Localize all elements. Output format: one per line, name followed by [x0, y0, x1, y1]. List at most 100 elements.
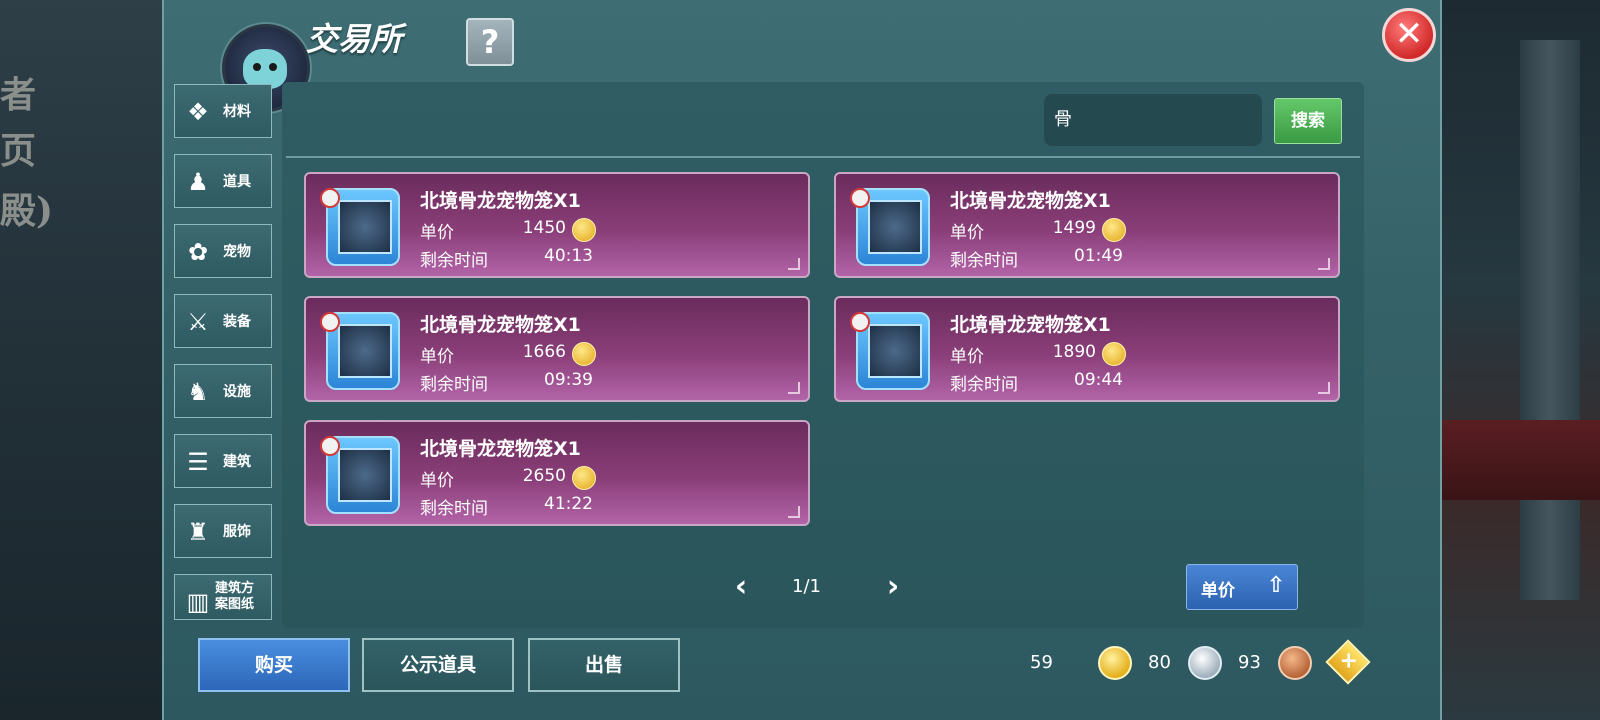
avatar-eye [269, 63, 277, 71]
header: 交易所 ? ✕ [164, 0, 1440, 112]
background-right [1432, 0, 1600, 720]
time-value: 41:22 [544, 494, 593, 514]
price-value: 1666 [522, 342, 566, 362]
time-value: 01:49 [1074, 246, 1123, 266]
pet-cage-icon [868, 324, 922, 378]
clothing-icon: ♜ [187, 518, 209, 546]
pet-cage-icon [338, 200, 392, 254]
equipment-icon: ⚔ [187, 308, 209, 336]
corner-icon [788, 506, 800, 518]
listing-area: 骨 搜索 北境骨龙宠物笼X1 单价 1450 剩余时间 40:13 北境骨龙宠物… [282, 82, 1364, 628]
category-equipment[interactable]: ⚔ 装备 [174, 294, 272, 348]
paw-badge-icon [850, 312, 870, 332]
price-label: 单价 [950, 347, 984, 367]
listing-card[interactable]: 北境骨龙宠物笼X1 单价 1450 剩余时间 40:13 [304, 172, 810, 278]
item-name: 北境骨龙宠物笼X1 [420, 190, 581, 212]
paw-badge-icon [320, 188, 340, 208]
item-name: 北境骨龙宠物笼X1 [950, 314, 1111, 336]
price-value: 1499 [1052, 218, 1096, 238]
item-icon: ♟ [187, 168, 209, 196]
background-pillar [1520, 40, 1580, 600]
gold-coin-icon [1102, 342, 1126, 366]
background-text: 页 [0, 130, 37, 172]
search-input[interactable]: 骨 [1044, 94, 1262, 146]
price-value: 1890 [1052, 342, 1096, 362]
avatar-face [243, 49, 287, 89]
price-value: 2650 [522, 466, 566, 486]
category-label: 装备 [223, 314, 251, 330]
corner-icon [788, 382, 800, 394]
paw-badge-icon [850, 188, 870, 208]
tab-buy[interactable]: 购买 [198, 638, 350, 692]
bronze-coin-icon [1278, 646, 1312, 680]
divider [286, 156, 1360, 158]
background-left: 者 页 殿) [0, 0, 162, 720]
price-label: 单价 [420, 223, 454, 243]
facility-icon: ♞ [187, 378, 209, 406]
time-value: 09:44 [1074, 370, 1123, 390]
time-value: 09:39 [544, 370, 593, 390]
category-label: 建筑方 案图纸 [215, 581, 255, 612]
tab-sell[interactable]: 出售 [528, 638, 680, 692]
paw-badge-icon [320, 312, 340, 332]
background-text: 者 [0, 74, 37, 116]
add-currency-button[interactable]: + [1325, 639, 1371, 685]
page-indicator: 1/1 [792, 576, 821, 597]
prev-page-button[interactable]: ‹ [726, 572, 756, 602]
time-value: 40:13 [544, 246, 593, 266]
category-label: 设施 [223, 384, 251, 400]
next-page-button[interactable]: › [878, 572, 908, 602]
time-label: 剩余时间 [420, 251, 488, 271]
time-label: 剩余时间 [420, 375, 488, 395]
listing-card[interactable]: 北境骨龙宠物笼X1 单价 2650 剩余时间 41:22 [304, 420, 810, 526]
price-label: 单价 [950, 223, 984, 243]
building-icon: ☰ [187, 448, 209, 476]
blueprint-icon: ▥ [186, 588, 210, 616]
corner-icon [788, 258, 800, 270]
category-sidebar: ❖ 材料 ♟ 道具 ✿ 宠物 ⚔ 装备 ♞ 设施 ☰ 建筑 ♜ 服饰 ▥ 建筑方 [174, 84, 274, 636]
price-label: 单价 [420, 347, 454, 367]
gold-coin-icon [572, 218, 596, 242]
pet-cage-icon [338, 324, 392, 378]
category-label: 建筑 [223, 454, 251, 470]
time-label: 剩余时间 [950, 251, 1018, 271]
category-label: 宠物 [223, 244, 251, 260]
bronze-amount: 93 [1238, 652, 1261, 673]
gold-coin-icon [572, 466, 596, 490]
category-blueprints[interactable]: ▥ 建筑方 案图纸 [174, 574, 272, 620]
category-label: 道具 [223, 174, 251, 190]
category-pets[interactable]: ✿ 宠物 [174, 224, 272, 278]
category-clothing[interactable]: ♜ 服饰 [174, 504, 272, 558]
gold-coin-icon [1098, 646, 1132, 680]
time-label: 剩余时间 [950, 375, 1018, 395]
tab-public-items[interactable]: 公示道具 [362, 638, 514, 692]
help-button[interactable]: ? [466, 18, 514, 66]
category-items[interactable]: ♟ 道具 [174, 154, 272, 208]
search-button[interactable]: 搜索 [1274, 98, 1342, 144]
category-facilities[interactable]: ♞ 设施 [174, 364, 272, 418]
gold-coin-icon [1102, 218, 1126, 242]
background-text: 殿) [0, 190, 54, 232]
close-button[interactable]: ✕ [1382, 8, 1436, 62]
listing-card[interactable]: 北境骨龙宠物笼X1 单价 1890 剩余时间 09:44 [834, 296, 1340, 402]
pet-cage-icon [868, 200, 922, 254]
gold-amount: 59 [1030, 652, 1053, 673]
category-buildings[interactable]: ☰ 建筑 [174, 434, 272, 488]
category-materials[interactable]: ❖ 材料 [174, 84, 272, 138]
listing-card[interactable]: 北境骨龙宠物笼X1 单价 1666 剩余时间 09:39 [304, 296, 810, 402]
gold-coin-icon [572, 342, 596, 366]
sort-by-price-button[interactable]: 单价 ⇧ [1186, 564, 1298, 610]
avatar-eye [253, 63, 261, 71]
paw-badge-icon [320, 436, 340, 456]
background-carpet [1432, 420, 1600, 500]
item-name: 北境骨龙宠物笼X1 [420, 438, 581, 460]
category-label: 材料 [223, 104, 251, 120]
bottom-bar: 购买 公示道具 出售 59 80 93 + [164, 634, 1440, 720]
materials-icon: ❖ [187, 98, 209, 126]
listing-card[interactable]: 北境骨龙宠物笼X1 单价 1499 剩余时间 01:49 [834, 172, 1340, 278]
pet-cage-icon [338, 448, 392, 502]
category-label: 服饰 [223, 524, 251, 540]
item-name: 北境骨龙宠物笼X1 [950, 190, 1111, 212]
page-title: 交易所 [306, 20, 403, 58]
price-value: 1450 [522, 218, 566, 238]
